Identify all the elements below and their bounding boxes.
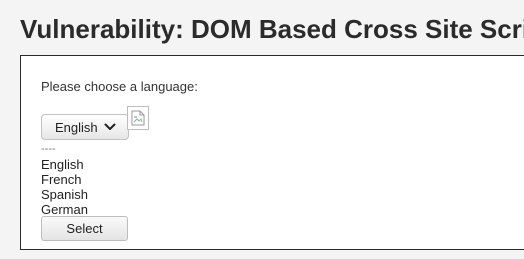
broken-image-icon [127,106,149,130]
select-button[interactable]: Select [41,216,128,241]
page: Vulnerability: DOM Based Cross Site Scri… [0,0,524,259]
language-prompt: Please choose a language: [41,79,198,94]
option-spanish[interactable]: Spanish [41,187,88,202]
vulnerable-code-area: Please choose a language: English ---- E… [20,55,524,250]
language-select[interactable]: English [41,114,129,140]
chevron-down-icon [104,123,116,131]
option-divider[interactable]: ---- [41,142,88,157]
option-french[interactable]: French [41,172,88,187]
option-english[interactable]: English [41,157,88,172]
language-select-value: English [55,119,98,135]
option-german[interactable]: German [41,202,88,217]
language-options-list: ---- English French Spanish German [41,142,88,217]
page-title: Vulnerability: DOM Based Cross Site Scri… [20,14,524,44]
